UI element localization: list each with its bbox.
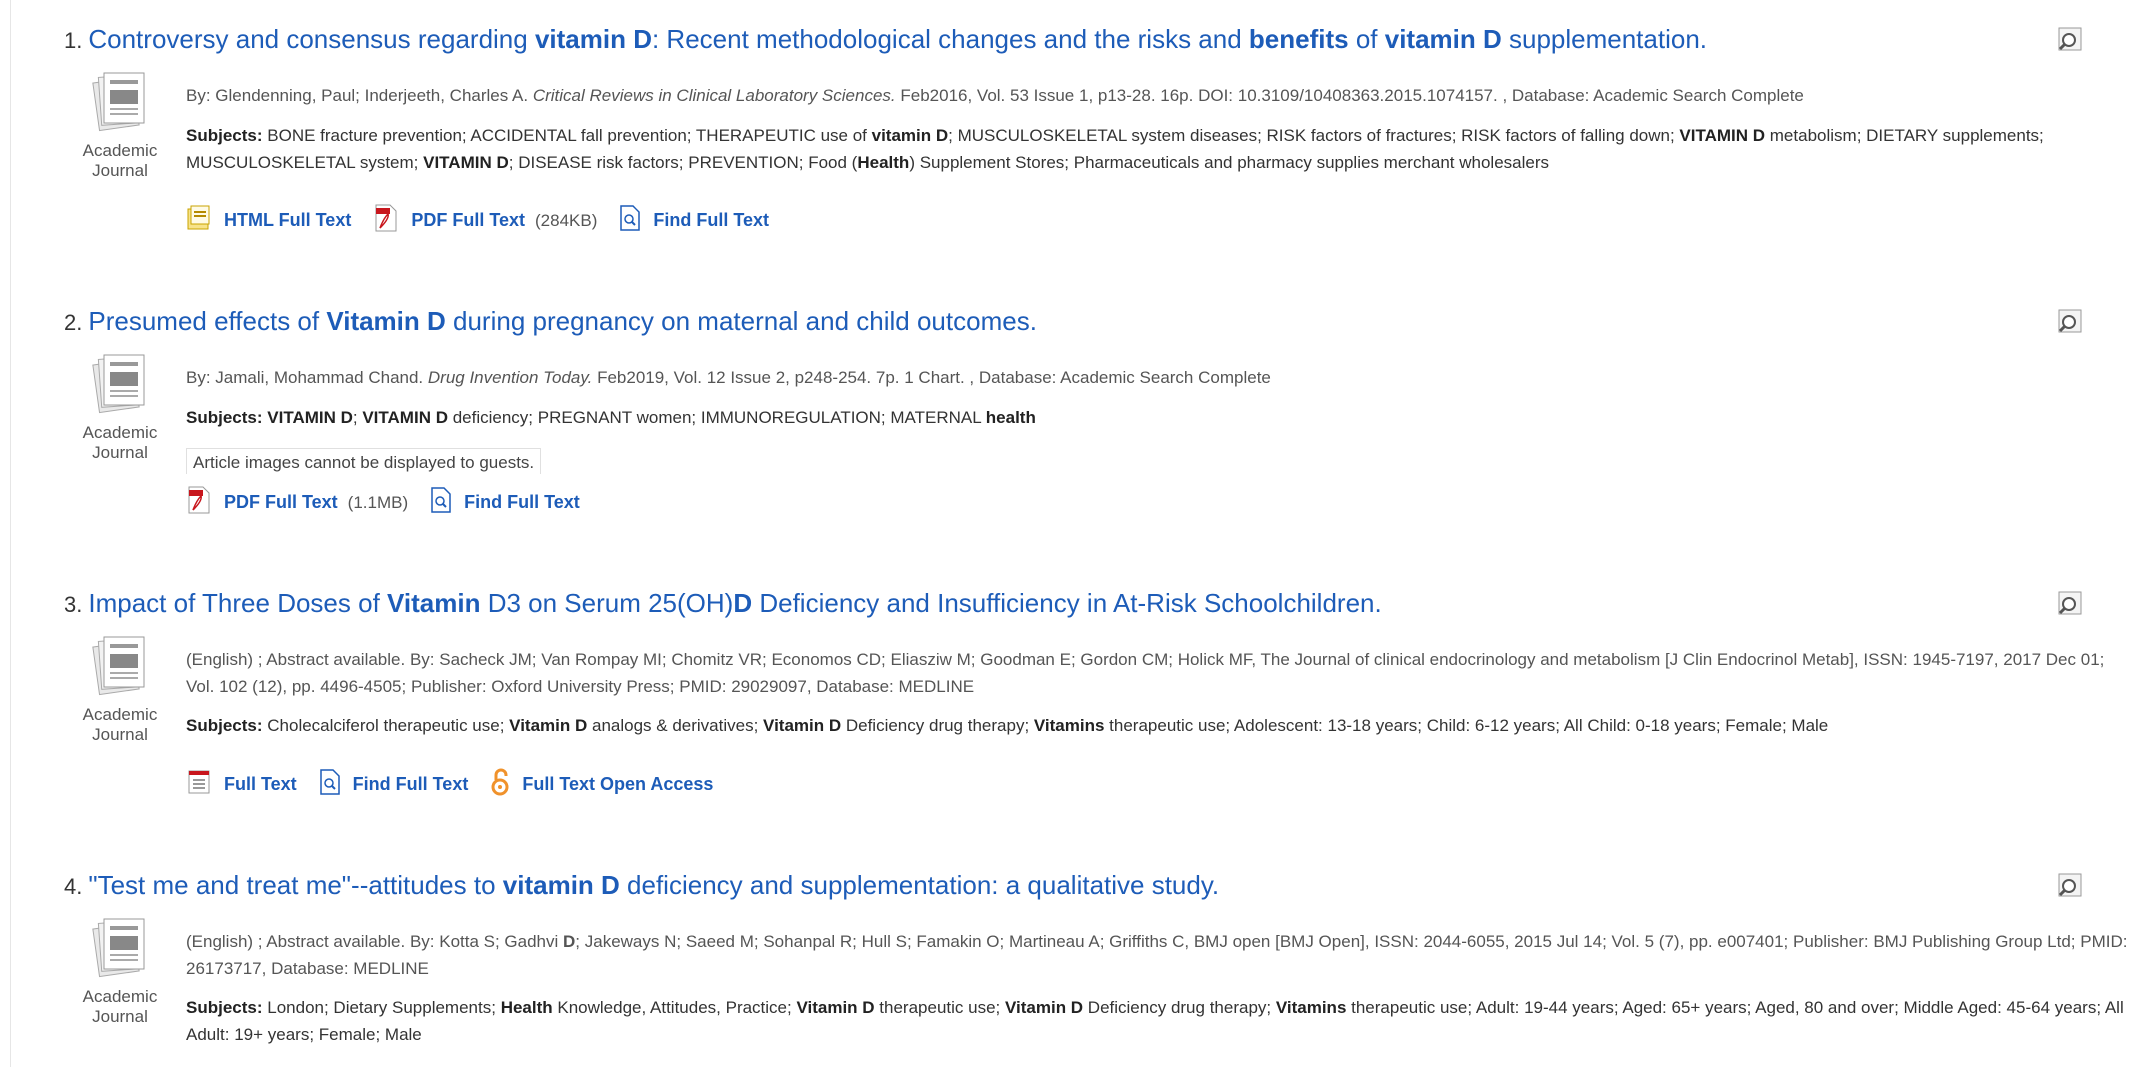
magnifier-preview-icon[interactable] — [2055, 26, 2085, 54]
academic-journal-icon — [90, 918, 150, 982]
link-label: Full Text — [224, 774, 297, 794]
pdf-icon — [186, 486, 212, 519]
pdf-full-text-link[interactable]: PDF Full Text (1.1MB) — [186, 486, 408, 519]
pdf-full-text-link[interactable]: PDF Full Text (284KB) — [373, 204, 597, 237]
find-full-text-link[interactable]: Find Full Text — [430, 486, 580, 519]
publication-type[interactable]: Academic Journal — [70, 70, 170, 181]
file-size: (1.1MB) — [347, 492, 409, 512]
link-label: PDF Full Text — [411, 210, 525, 230]
link-label: Find Full Text — [464, 492, 580, 512]
magnifier-preview-icon[interactable] — [2055, 308, 2085, 336]
result-number: 2. — [64, 310, 83, 335]
result-subjects: Subjects: VITAMIN D; VITAMIN D deficienc… — [186, 408, 1036, 427]
result-title-link[interactable]: Controversy and consensus regarding vita… — [88, 24, 1707, 55]
publication-type-label: Academic Journal — [82, 141, 158, 180]
result-citation: (English) ; Abstract available. By: Kott… — [186, 932, 2128, 978]
find-document-icon — [319, 768, 341, 801]
publication-type-label: Academic Journal — [82, 987, 158, 1026]
academic-journal-icon — [90, 72, 150, 136]
magnifier-preview-icon[interactable] — [2055, 590, 2085, 618]
result-citation: By: Jamali, Mohammad Chand. Drug Inventi… — [186, 368, 1271, 387]
result-subjects: Subjects: Cholecalciferol therapeutic us… — [186, 716, 1829, 735]
result-title-link[interactable]: Presumed effects of Vitamin D during pre… — [88, 306, 1037, 337]
publication-type-label: Academic Journal — [82, 705, 158, 744]
result-links: Full Text Find Full Text Full Text Open … — [186, 768, 735, 801]
magnifier-preview-icon[interactable] — [2055, 872, 2085, 900]
file-size: (284KB) — [535, 210, 598, 230]
result-number: 1. — [64, 28, 83, 53]
result-citation: (English) ; Abstract available. By: Sach… — [186, 650, 2105, 696]
publication-type-label: Academic Journal — [82, 423, 158, 462]
html-full-text-link[interactable]: HTML Full Text — [186, 205, 351, 236]
result-subjects: Subjects: BONE fracture prevention; ACCI… — [186, 126, 2044, 172]
result-number: 4. — [64, 874, 83, 899]
link-label: Find Full Text — [653, 210, 770, 230]
find-full-text-link[interactable]: Find Full Text — [619, 204, 769, 237]
publication-type[interactable]: Academic Journal — [70, 634, 170, 745]
find-document-icon — [619, 204, 641, 237]
result-number: 3. — [64, 592, 83, 617]
academic-journal-icon — [90, 636, 150, 700]
fulltext-document-icon — [186, 769, 212, 800]
open-access-link[interactable]: Full Text Open Access — [490, 768, 713, 801]
full-text-link[interactable]: Full Text — [186, 769, 297, 800]
publication-type[interactable]: Academic Journal — [70, 352, 170, 463]
result-citation: By: Glendenning, Paul; Inderjeeth, Charl… — [186, 86, 1804, 105]
link-label: Find Full Text — [352, 774, 469, 794]
result-links: PDF Full Text (1.1MB) Find Full Text — [186, 486, 602, 519]
results-left-border — [10, 0, 11, 1067]
pdf-icon — [373, 204, 399, 237]
open-lock-icon — [490, 768, 510, 801]
publication-type[interactable]: Academic Journal — [70, 916, 170, 1027]
find-document-icon — [430, 486, 452, 519]
result-links: HTML Full Text PDF Full Text (284KB) Fin… — [186, 204, 791, 237]
result-title-link[interactable]: Impact of Three Doses of Vitamin D3 on S… — [88, 588, 1381, 619]
link-label: HTML Full Text — [224, 210, 352, 230]
find-full-text-link[interactable]: Find Full Text — [319, 768, 469, 801]
html-document-icon — [186, 205, 212, 236]
academic-journal-icon — [90, 354, 150, 418]
result-subjects: Subjects: London; Dietary Supplements; H… — [186, 998, 2124, 1044]
result-title-link[interactable]: "Test me and treat me"--attitudes to vit… — [88, 870, 1219, 901]
link-label: Full Text Open Access — [522, 774, 714, 794]
images-unavailable-notice: Article images cannot be displayed to gu… — [186, 448, 542, 474]
link-label: PDF Full Text — [224, 492, 338, 512]
